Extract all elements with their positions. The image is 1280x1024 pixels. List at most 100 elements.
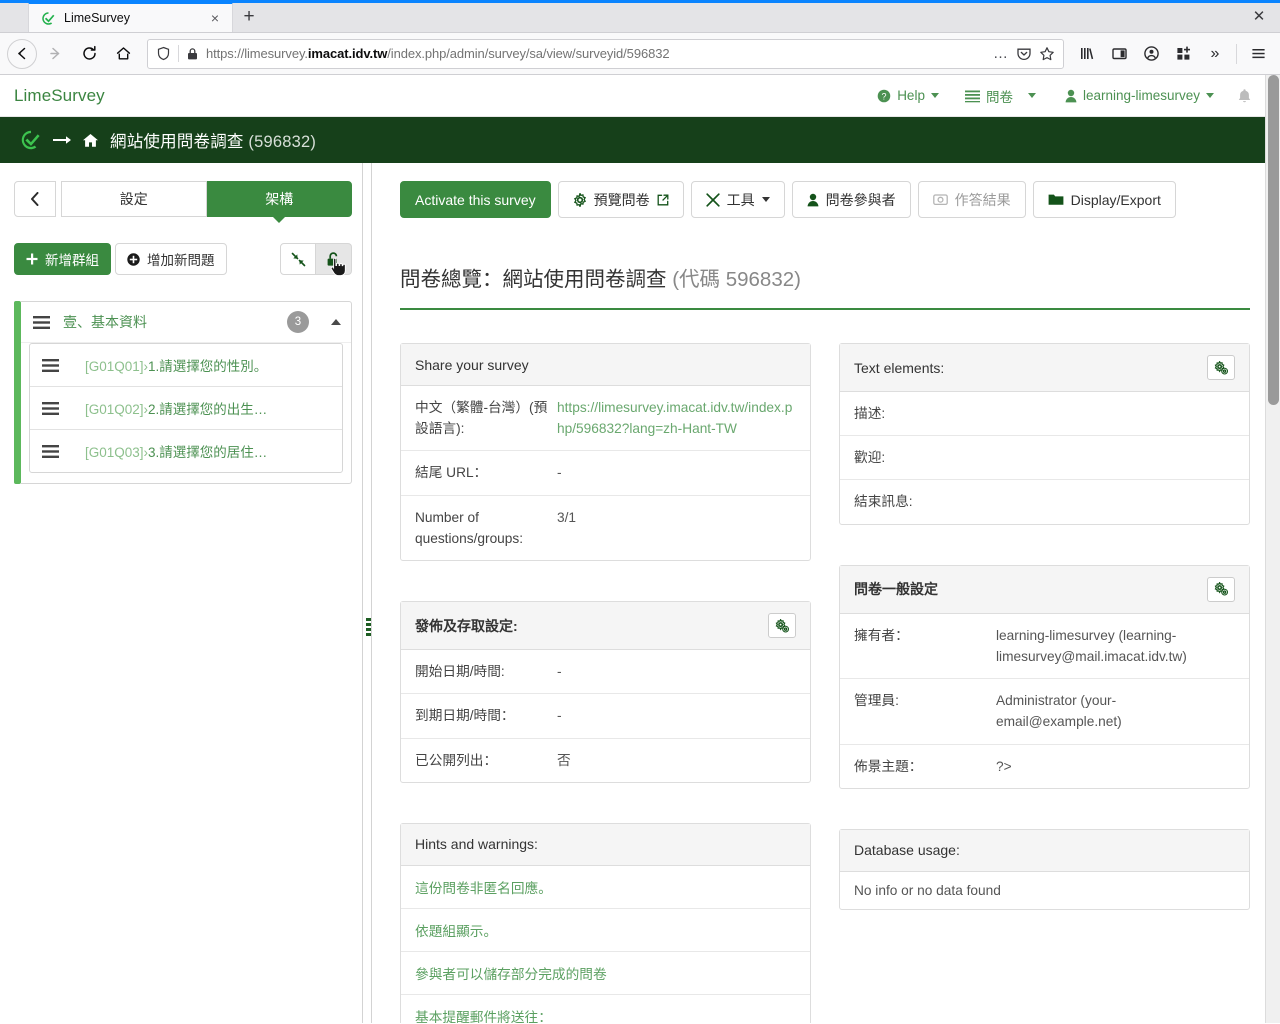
account-icon[interactable] xyxy=(1136,39,1166,69)
tabstrip-left-stub xyxy=(0,0,28,32)
help-menu[interactable]: ? Help xyxy=(864,75,952,117)
surveys-menu[interactable]: 問卷 xyxy=(952,75,1026,117)
activate-survey-button[interactable]: Activate this survey xyxy=(400,181,551,218)
table-row: 佈景主題： ?> xyxy=(840,745,1249,788)
survey-name: 網站使用問卷調查 xyxy=(110,133,244,151)
close-icon[interactable]: × xyxy=(206,9,224,27)
help-circle-icon: ? xyxy=(877,89,891,103)
scrollbar-thumb[interactable] xyxy=(1268,75,1279,405)
list-item[interactable]: [G01Q02]›2.請選擇您的出生… xyxy=(30,387,342,430)
drag-handle-icon[interactable] xyxy=(42,444,59,458)
url-text[interactable]: https://limesurvey.imacat.idv.tw/index.p… xyxy=(206,46,986,61)
tabstrip-spacer xyxy=(265,0,1238,32)
tab-settings[interactable]: 設定 xyxy=(61,181,207,217)
open-padlock-icon[interactable] xyxy=(316,243,352,277)
help-label: Help xyxy=(897,88,925,103)
urlbar-divider xyxy=(178,45,179,62)
gear-icon[interactable] xyxy=(1207,355,1235,380)
question-label: [G01Q01]›1.請選擇您的性別。 xyxy=(85,355,267,375)
chevron-down-icon xyxy=(1027,93,1036,98)
participants-button[interactable]: 問卷參與者 xyxy=(791,181,911,218)
list-item[interactable]: [G01Q03]›3.請選擇您的居住… xyxy=(30,430,342,472)
tab-structure[interactable]: 架構 xyxy=(206,181,352,223)
collapse-arrows-icon[interactable] xyxy=(280,243,316,275)
sidebar-collapse-button[interactable] xyxy=(14,181,56,217)
user-icon xyxy=(807,193,819,207)
home-icon[interactable] xyxy=(82,133,99,148)
drag-handle-icon[interactable] xyxy=(42,401,59,415)
summary-grid: Share your survey 中文（繁體-台灣）(預設語言): https… xyxy=(400,343,1250,1023)
overflow-icon[interactable]: » xyxy=(1200,39,1230,69)
surveys-label: 問卷 xyxy=(985,89,1013,105)
hints-warnings-panel: Hints and warnings: 這份問卷非匿名回應。 依題組顯示。 參與… xyxy=(400,822,811,1023)
row-key: 已公開列出： xyxy=(415,752,498,768)
add-question-button[interactable]: 增加新問題 xyxy=(115,243,227,275)
tracking-protection-shield-icon[interactable] xyxy=(156,46,171,61)
chevron-down-icon xyxy=(761,197,770,202)
table-row: 開始日期/時間: - xyxy=(401,650,810,695)
sidebar-resize-splitter[interactable] xyxy=(362,163,372,1023)
gear-icon[interactable] xyxy=(768,613,796,639)
padlock-icon[interactable] xyxy=(186,47,199,61)
group-container: 壹、基本資料 3 [G01Q01]›1.請選擇您的性別。 [G01Q02]›2.… xyxy=(21,301,352,484)
user-menu[interactable]: learning-limesurvey xyxy=(1052,75,1227,117)
list-icon xyxy=(964,89,980,103)
url-bar[interactable]: https://limesurvey.imacat.idv.tw/index.p… xyxy=(147,38,1064,69)
table-row: 管理員: Administrator (your-email@example.n… xyxy=(840,679,1249,745)
question-group-block: 壹、基本資料 3 [G01Q01]›1.請選擇您的性別。 [G01Q02]›2.… xyxy=(14,301,352,484)
page-title-code: (代碼 596832) xyxy=(672,268,801,291)
tools-menu-button[interactable]: 工具 xyxy=(690,181,785,218)
back-arrow-icon[interactable] xyxy=(7,38,37,69)
structure-sidebar: 設定 架構 新增群組 增加新問題 壹、基本資料 3 [G01Q01]›1.請選擇… xyxy=(0,163,362,1023)
app-top-bar: LimeSurvey ? Help 問卷 learning-limesurvey xyxy=(0,75,1280,117)
drag-handle-icon[interactable] xyxy=(42,358,59,372)
text-elements-panel: Text elements: 描述: 歡迎: 結束訊息: xyxy=(839,343,1250,525)
extensions-add-icon[interactable] xyxy=(1168,39,1198,69)
mouse-cursor-icon xyxy=(330,257,347,277)
notification-bell-icon[interactable] xyxy=(1227,88,1266,104)
window-close-button[interactable]: ✕ xyxy=(1238,0,1280,32)
library-icon[interactable] xyxy=(1072,39,1102,69)
surveys-menu-caret[interactable] xyxy=(1026,75,1052,117)
app-body: 設定 架構 新增群組 增加新問題 壹、基本資料 3 [G01Q01]›1.請選擇… xyxy=(0,163,1280,1023)
row-value: - xyxy=(557,465,562,481)
caret-up-icon[interactable] xyxy=(331,319,341,325)
text-elements-title: Text elements: xyxy=(854,359,945,376)
group-header[interactable]: 壹、基本資料 3 xyxy=(21,302,351,343)
general-settings-header: 問卷一般設定 xyxy=(840,565,1249,614)
drag-handle-icon[interactable] xyxy=(33,315,50,329)
survey-id: (596832) xyxy=(248,133,317,151)
app-brand[interactable]: LimeSurvey xyxy=(14,86,105,106)
sidebar-icon[interactable] xyxy=(1104,39,1134,69)
tab-strip: LimeSurvey × + ✕ xyxy=(0,0,1280,33)
chevron-down-icon xyxy=(930,93,939,98)
question-code: [G01Q01] xyxy=(85,359,144,374)
home-icon[interactable] xyxy=(107,38,139,70)
add-group-button[interactable]: 新增群組 xyxy=(14,243,111,275)
survey-public-url[interactable]: https://limesurvey.imacat.idv.tw/index.p… xyxy=(557,397,796,439)
text-elements-header: Text elements: xyxy=(840,344,1249,392)
list-item[interactable]: [G01Q01]›1.請選擇您的性別。 xyxy=(30,344,342,387)
row-key: 開始日期/時間: xyxy=(415,664,505,680)
new-tab-button[interactable]: + xyxy=(233,2,265,32)
hamburger-menu-icon[interactable] xyxy=(1243,39,1273,69)
row-value: 3/1 xyxy=(557,509,577,525)
reload-icon[interactable] xyxy=(73,38,105,70)
table-row: 描述: xyxy=(840,392,1249,437)
pocket-save-icon[interactable] xyxy=(1016,46,1032,62)
page-actions-icon[interactable]: … xyxy=(993,45,1009,62)
gear-icon[interactable] xyxy=(1207,576,1235,602)
resize-grip-icon[interactable] xyxy=(366,618,371,644)
limesurvey-logo-icon[interactable] xyxy=(20,129,42,151)
plus-icon xyxy=(26,253,38,265)
survey-toolbar: Activate this survey 預覽問卷 工具 問卷參與者 作答結果 … xyxy=(400,181,1250,218)
page-scrollbar[interactable] xyxy=(1265,75,1280,1023)
browser-toolbar-icons: » xyxy=(1072,39,1273,69)
preview-survey-button[interactable]: 預覽問卷 xyxy=(557,181,684,218)
navigation-toolbar: https://limesurvey.imacat.idv.tw/index.p… xyxy=(0,33,1280,75)
sidebar-icon-group xyxy=(280,243,352,277)
display-export-button[interactable]: Display/Export xyxy=(1032,181,1176,218)
question-label: [G01Q02]›2.請選擇您的出生… xyxy=(85,398,267,418)
bookmark-star-icon[interactable] xyxy=(1039,46,1055,62)
browser-tab[interactable]: LimeSurvey × xyxy=(28,2,233,32)
